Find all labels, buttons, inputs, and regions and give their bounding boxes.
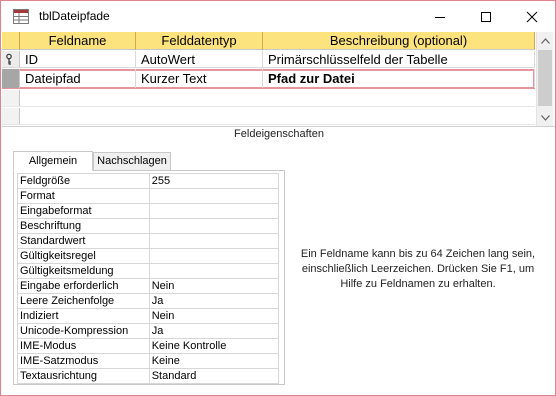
- field-row-id[interactable]: ID AutoWert Primärschlüsselfeld der Tabe…: [2, 51, 535, 68]
- property-name: Eingabe erforderlich: [17, 278, 150, 294]
- property-value[interactable]: [148, 218, 280, 234]
- property-value[interactable]: [148, 233, 280, 249]
- minimize-button[interactable]: [417, 1, 463, 32]
- field-type-cell[interactable]: AutoWert: [136, 51, 263, 67]
- property-row[interactable]: Gültigkeitsmeldung: [17, 263, 280, 279]
- close-button[interactable]: [509, 1, 555, 32]
- property-name: Standardwert: [17, 233, 150, 249]
- property-name: Leere Zeichenfolge: [17, 293, 150, 309]
- field-description-cell[interactable]: Pfad zur Datei: [263, 69, 535, 88]
- property-value[interactable]: Ja: [148, 323, 280, 339]
- scroll-up-icon: [541, 37, 550, 44]
- scroll-down-button[interactable]: [537, 109, 554, 126]
- property-value[interactable]: [148, 203, 280, 219]
- property-value[interactable]: [148, 188, 280, 204]
- empty-row[interactable]: [2, 108, 535, 125]
- property-row[interactable]: Beschriftung: [17, 218, 280, 234]
- properties-table: Feldgröße 255 Format Eingabeformat Beschrift…: [17, 173, 280, 384]
- property-name: Indiziert: [17, 308, 150, 324]
- property-row[interactable]: Format: [17, 188, 280, 204]
- key-icon: [6, 53, 12, 65]
- property-name: Eingabeformat: [17, 203, 150, 219]
- property-name: Feldgröße: [17, 173, 150, 189]
- maximize-icon: [481, 11, 491, 22]
- field-type-cell[interactable]: Kurzer Text: [136, 69, 263, 88]
- scroll-down-icon: [541, 114, 550, 121]
- property-value[interactable]: Nein: [148, 308, 280, 324]
- close-icon: [526, 11, 538, 22]
- row-selector[interactable]: [2, 90, 20, 106]
- field-name-cell[interactable]: ID: [20, 51, 136, 67]
- property-value[interactable]: [148, 263, 280, 279]
- property-row[interactable]: Indiziert Nein: [17, 308, 280, 324]
- scroll-up-button[interactable]: [537, 32, 554, 49]
- property-row[interactable]: Eingabe erforderlich Nein: [17, 278, 280, 294]
- tab-nachschlagen[interactable]: Nachschlagen: [93, 152, 171, 171]
- vertical-scrollbar[interactable]: [536, 32, 553, 126]
- table-design-window: tblDateipfade Feldname Felddatentyp Besc…: [0, 0, 556, 396]
- field-properties-title: Feldeigenschaften: [234, 128, 324, 140]
- row-selector[interactable]: [2, 108, 20, 124]
- property-row[interactable]: Eingabeformat: [17, 203, 280, 219]
- property-name: Format: [17, 188, 150, 204]
- title-bar[interactable]: tblDateipfade: [1, 1, 555, 32]
- property-row[interactable]: Textausrichtung Standard: [17, 368, 280, 384]
- property-row[interactable]: IME-Modus Keine Kontrolle: [17, 338, 280, 354]
- property-row[interactable]: Feldgröße 255: [17, 173, 280, 189]
- property-row[interactable]: Standardwert: [17, 233, 280, 249]
- property-name: Gültigkeitsmeldung: [17, 263, 150, 279]
- header-selector[interactable]: [2, 32, 20, 50]
- property-name: Gültigkeitsregel: [17, 248, 150, 264]
- grid-header: Feldname Felddatentyp Beschreibung (opti…: [2, 32, 535, 50]
- property-name: Textausrichtung: [17, 368, 150, 384]
- field-row-dateipfad[interactable]: Dateipfad Kurzer Text Pfad zur Datei: [2, 69, 535, 89]
- field-name-cell[interactable]: Dateipfad: [20, 69, 136, 88]
- property-name: IME-Modus: [17, 338, 150, 354]
- column-header-datatype[interactable]: Felddatentyp: [136, 32, 263, 50]
- property-value[interactable]: 255: [148, 173, 280, 189]
- empty-row[interactable]: [2, 90, 535, 107]
- property-name: Unicode-Kompression: [17, 323, 150, 339]
- row-selector[interactable]: [2, 69, 20, 88]
- property-name: IME-Satzmodus: [17, 353, 150, 369]
- table-icon: [13, 9, 29, 24]
- property-value[interactable]: Ja: [148, 293, 280, 309]
- properties-panel: Feldgröße 255 Format Eingabeformat Beschrift…: [13, 170, 285, 385]
- window-title: tblDateipfade: [39, 9, 110, 23]
- scrollbar-thumb[interactable]: [538, 50, 552, 106]
- tab-allgemein[interactable]: Allgemein: [13, 151, 93, 171]
- property-value[interactable]: Keine: [148, 353, 280, 369]
- column-header-fieldname[interactable]: Feldname: [20, 32, 136, 50]
- property-name: Beschriftung: [17, 218, 150, 234]
- property-row[interactable]: Gültigkeitsregel: [17, 248, 280, 264]
- property-row[interactable]: IME-Satzmodus Keine: [17, 353, 280, 369]
- column-header-description[interactable]: Beschreibung (optional): [263, 32, 535, 50]
- minimize-icon: [435, 16, 445, 18]
- property-value[interactable]: Nein: [148, 278, 280, 294]
- property-row[interactable]: Unicode-Kompression Ja: [17, 323, 280, 339]
- help-text: Ein Feldname kann bis zu 64 Zeichen lang…: [300, 248, 536, 290]
- field-grid: Feldname Felddatentyp Beschreibung (opti…: [2, 32, 555, 126]
- property-value[interactable]: [148, 248, 280, 264]
- property-value[interactable]: Standard: [148, 368, 280, 384]
- field-description-cell[interactable]: Primärschlüsselfeld der Tabelle: [263, 51, 535, 67]
- maximize-button[interactable]: [463, 1, 509, 32]
- property-value[interactable]: Keine Kontrolle: [148, 338, 280, 354]
- row-selector[interactable]: [2, 51, 20, 67]
- property-row[interactable]: Leere Zeichenfolge Ja: [17, 293, 280, 309]
